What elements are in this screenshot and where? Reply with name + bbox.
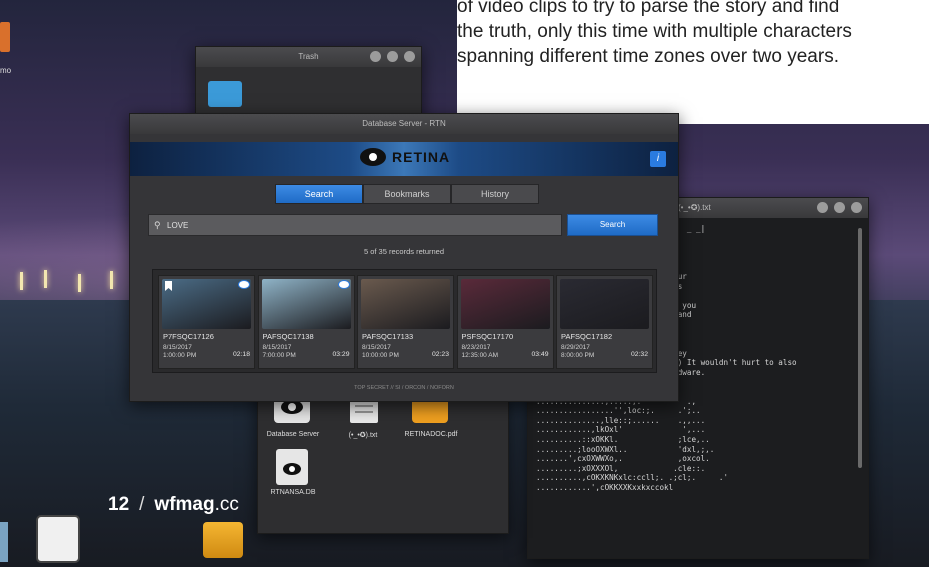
clip-duration: 03:49 [531, 351, 549, 358]
body-line: of video clips to try to parse the story… [457, 0, 840, 17]
maximize-icon[interactable] [387, 51, 398, 62]
retina-window[interactable]: Database Server - RTN RETINA i Search Bo… [129, 113, 679, 402]
desktop-app-icon[interactable] [0, 22, 10, 52]
viewed-icon [238, 280, 250, 289]
clip-date: 8/15/2017 [262, 344, 292, 351]
tab-bar: Search Bookmarks History [275, 184, 539, 204]
text-line: ............',cOKKXXKxxkxccokl [536, 483, 674, 493]
viewed-icon [337, 280, 350, 289]
text-line: .........;looOXWXl.. 'dxl,;,. [536, 444, 715, 454]
window-title: (•_•✪).txt [678, 203, 711, 212]
tab-history[interactable]: History [451, 184, 539, 204]
window-controls [370, 51, 415, 62]
result-card[interactable]: P7FSQC17126 8/15/2017 1:00:00 PM 02:18 [158, 275, 255, 369]
clip-id: PAFSQC17182 [561, 332, 613, 341]
clip-time: 7:00:00 PM [262, 352, 296, 359]
eye-icon [360, 148, 386, 166]
scrollbar[interactable] [858, 228, 862, 468]
site-name: wfmag [154, 494, 215, 515]
video-thumbnail[interactable] [261, 279, 351, 329]
shore-lights [0, 268, 150, 298]
clip-datetime: 8/29/2017 8:00:00 PM [561, 344, 594, 360]
window-title: Database Server - RTN [362, 119, 446, 128]
text-line: .........;xOXXXOl, .cle::. [536, 463, 706, 473]
brand-name: RETINA [392, 149, 451, 165]
info-button[interactable]: i [650, 151, 666, 167]
maximize-icon[interactable] [834, 202, 845, 213]
body-line: spanning different time zones over two y… [457, 46, 839, 67]
search-button[interactable]: Search [567, 214, 658, 236]
clip-datetime: 8/15/2017 1:00:00 PM [163, 344, 196, 360]
result-card[interactable]: PSFSQC17170 8/23/2017 12:35:00 AM 03:49 [456, 275, 554, 369]
file-label: (•_•✪).txt [348, 432, 378, 439]
clip-date: 8/29/2017 [561, 344, 590, 351]
trash-titlebar[interactable]: Trash [196, 47, 421, 67]
clip-time: 8:00:00 PM [561, 352, 595, 359]
page-number: 12 [108, 494, 130, 515]
close-icon[interactable] [404, 51, 415, 62]
clip-id: P7FSQC17126 [163, 332, 214, 341]
clip-duration: 03:29 [332, 351, 350, 358]
clip-date: 8/23/2017 [461, 344, 491, 351]
close-icon[interactable] [851, 202, 862, 213]
results-count: 5 of 35 records returned [363, 247, 445, 256]
clip-datetime: 8/15/2017 10:00:00 PM [362, 344, 399, 360]
search-field[interactable]: ⚲ [148, 214, 562, 236]
drive-icon[interactable] [203, 522, 243, 558]
retina-titlebar[interactable]: Database Server - RTN [130, 114, 678, 134]
results-grid: P7FSQC17126 8/15/2017 1:00:00 PM 02:18 PAFSQ… [152, 269, 657, 373]
file-label: RTNANSA.DB [270, 489, 316, 496]
clip-duration: 02:23 [431, 351, 449, 358]
text-line: ..........::xOKKl. ;lce,.. [536, 435, 710, 445]
text-editor-icon[interactable] [36, 515, 80, 563]
classification-footer: TOP SECRET // SI / ORCON / NOFORN [354, 385, 454, 391]
clip-id: PSFSQC17170 [461, 332, 514, 341]
search-input[interactable] [164, 219, 549, 231]
database-file-icon[interactable] [272, 447, 316, 487]
clip-id: PAFSQC17138 [262, 332, 314, 341]
clip-id: PAFSQC17133 [362, 332, 414, 341]
tab-bookmarks[interactable]: Bookmarks [363, 184, 451, 204]
minimize-icon[interactable] [370, 51, 381, 62]
video-thumbnail[interactable] [361, 279, 450, 329]
clip-time: 1:00:00 PM [163, 352, 197, 359]
magazine-body-text: of video clips to try to parse the story… [457, 0, 929, 124]
window-controls [817, 202, 862, 213]
clip-duration: 02:18 [232, 351, 250, 358]
clip-date: 8/15/2017 [163, 344, 192, 351]
folder-icon[interactable] [208, 81, 242, 107]
search-row: ⚲ Search [148, 214, 658, 236]
clip-date: 8/15/2017 [362, 344, 391, 351]
desktop-icon-label: mo [0, 66, 12, 75]
window-title: Trash [298, 52, 319, 61]
dock-app-icon[interactable] [0, 522, 8, 562]
site-suffix: .cc [214, 494, 239, 515]
text-line: .................'',loc:;. .';.. [536, 406, 701, 416]
separator: / [139, 494, 145, 515]
result-card[interactable]: PAFSQC17133 8/15/2017 10:00:00 PM 02:23 [357, 275, 454, 369]
search-icon: ⚲ [154, 219, 161, 230]
clip-datetime: 8/23/2017 12:35:00 AM [462, 344, 499, 360]
video-thumbnail[interactable] [560, 279, 649, 329]
retina-banner: RETINA i [130, 142, 678, 176]
text-line: ..............,lle::;...... .,,... [536, 415, 706, 425]
video-thumbnail[interactable] [460, 279, 550, 329]
body-line: the truth, only this time with multiple … [457, 21, 852, 42]
file-label: Database Server [266, 431, 320, 438]
result-card[interactable]: PAFSQC17138 8/15/2017 7:00:00 PM 03:29 [257, 275, 355, 369]
retina-logo: RETINA [360, 148, 450, 166]
clip-time: 12:35:00 AM [461, 352, 499, 359]
text-line: ..........,cOKXKNKxlc:ccll;. .;cl;. .' [536, 473, 729, 483]
file-label: RETINADOC.pdf [404, 431, 458, 438]
clip-duration: 02:32 [630, 351, 648, 358]
tab-search[interactable]: Search [275, 184, 363, 204]
result-card[interactable]: PAFSQC17182 8/29/2017 8:00:00 PM 02:32 [556, 275, 653, 369]
text-line: ............,lkOxl' ',... [536, 425, 706, 435]
clip-datetime: 8/15/2017 7:00:00 PM [263, 344, 296, 360]
magazine-footer: 12 / wfmag.cc [108, 494, 239, 516]
minimize-icon[interactable] [817, 202, 828, 213]
text-line: .......',cxOXWWXo,. ,oxcol. [536, 454, 710, 464]
clip-time: 10:00:00 PM [362, 352, 399, 359]
